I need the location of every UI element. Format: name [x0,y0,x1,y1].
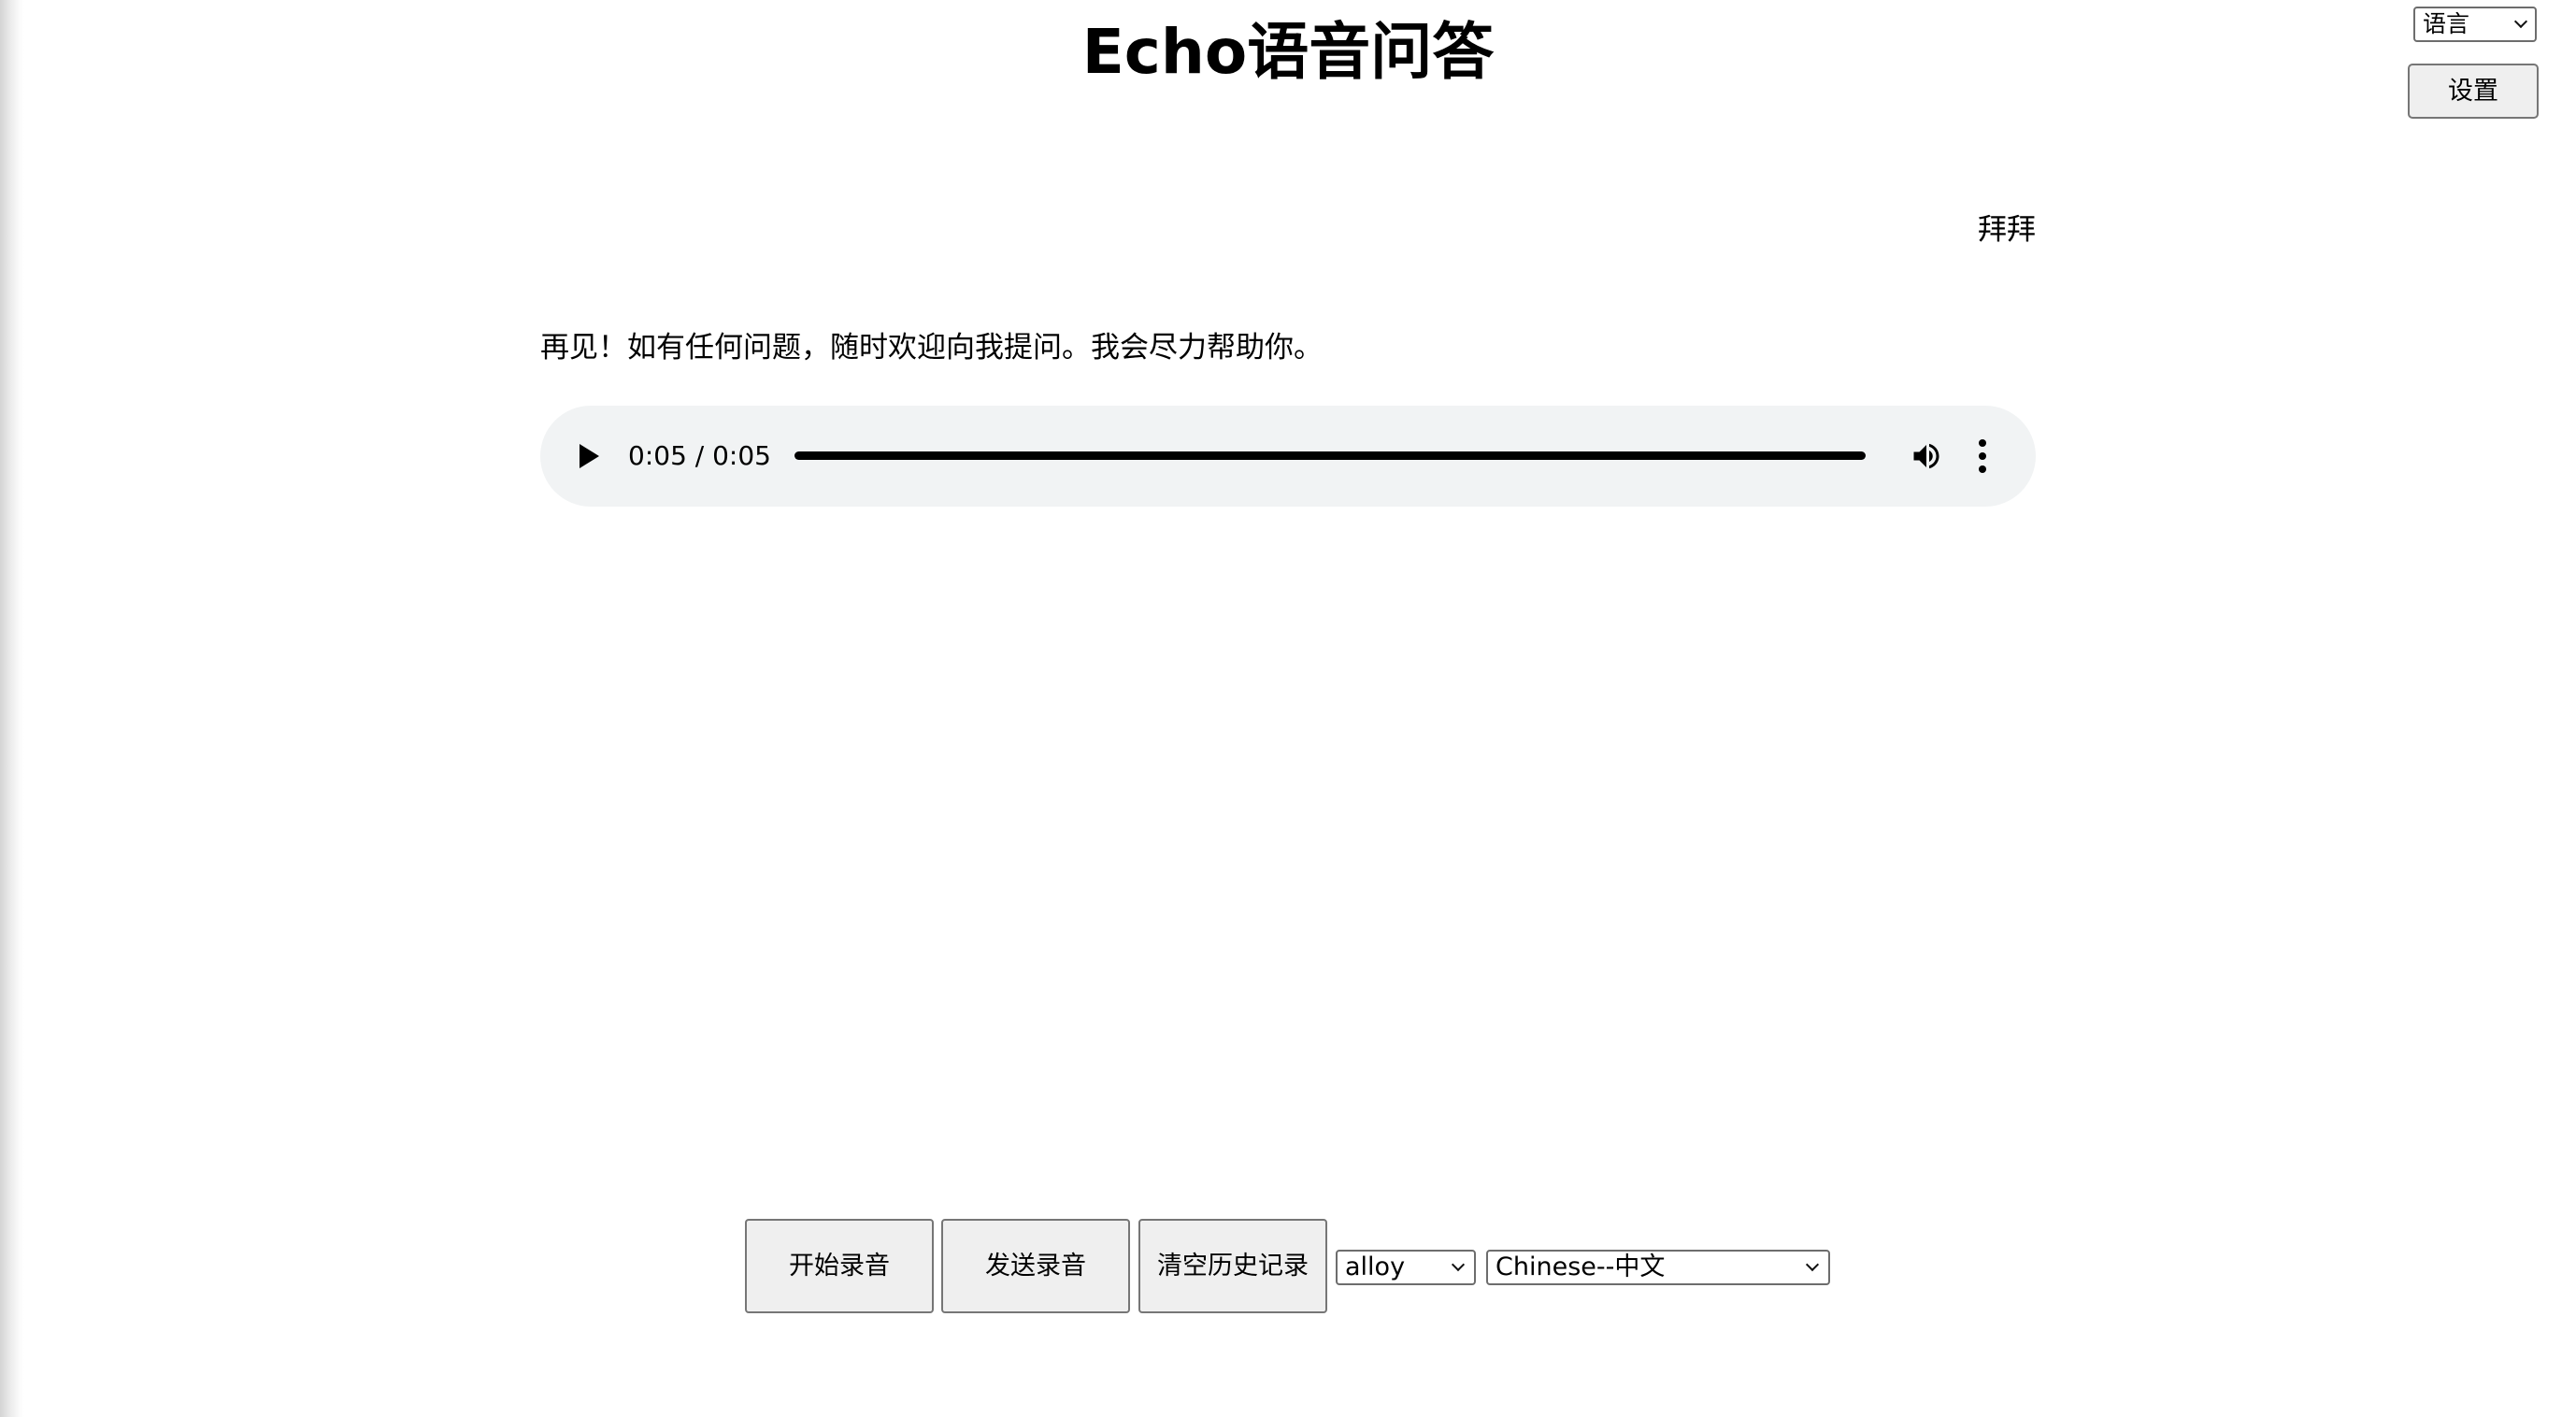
chevron-down-icon [1451,1257,1466,1272]
window-edge-shadow [0,0,24,1417]
audio-player: 0:05 / 0:05 [540,406,2036,507]
language-select[interactable]: 语言 [2413,7,2537,42]
assistant-message: 再见！如有任何问题，随时欢迎向我提问。我会尽力帮助你。 [540,331,1323,365]
voice-select-value: alloy [1345,1252,1406,1281]
tts-language-select[interactable]: Chinese--中文 [1486,1250,1830,1285]
user-message: 拜拜 [1978,213,2036,247]
start-recording-button[interactable]: 开始录音 [745,1219,934,1313]
audio-time-display: 0:05 / 0:05 [628,440,771,471]
play-icon[interactable] [580,444,599,468]
tts-language-select-value: Chinese--中文 [1496,1252,1666,1281]
voice-select[interactable]: alloy [1336,1250,1476,1285]
clear-history-button[interactable]: 清空历史记录 [1138,1219,1327,1313]
volume-icon[interactable] [1909,439,1944,473]
send-recording-button[interactable]: 发送录音 [941,1219,1130,1313]
chevron-down-icon [2513,14,2528,29]
page-title: Echo语音问答 [1081,16,1495,88]
settings-button[interactable]: 设置 [2408,64,2539,119]
chevron-down-icon [1805,1257,1820,1272]
audio-progress-bar[interactable] [794,451,1866,460]
language-select-value: 语言 [2423,10,2470,37]
more-options-icon[interactable] [1978,439,1987,473]
